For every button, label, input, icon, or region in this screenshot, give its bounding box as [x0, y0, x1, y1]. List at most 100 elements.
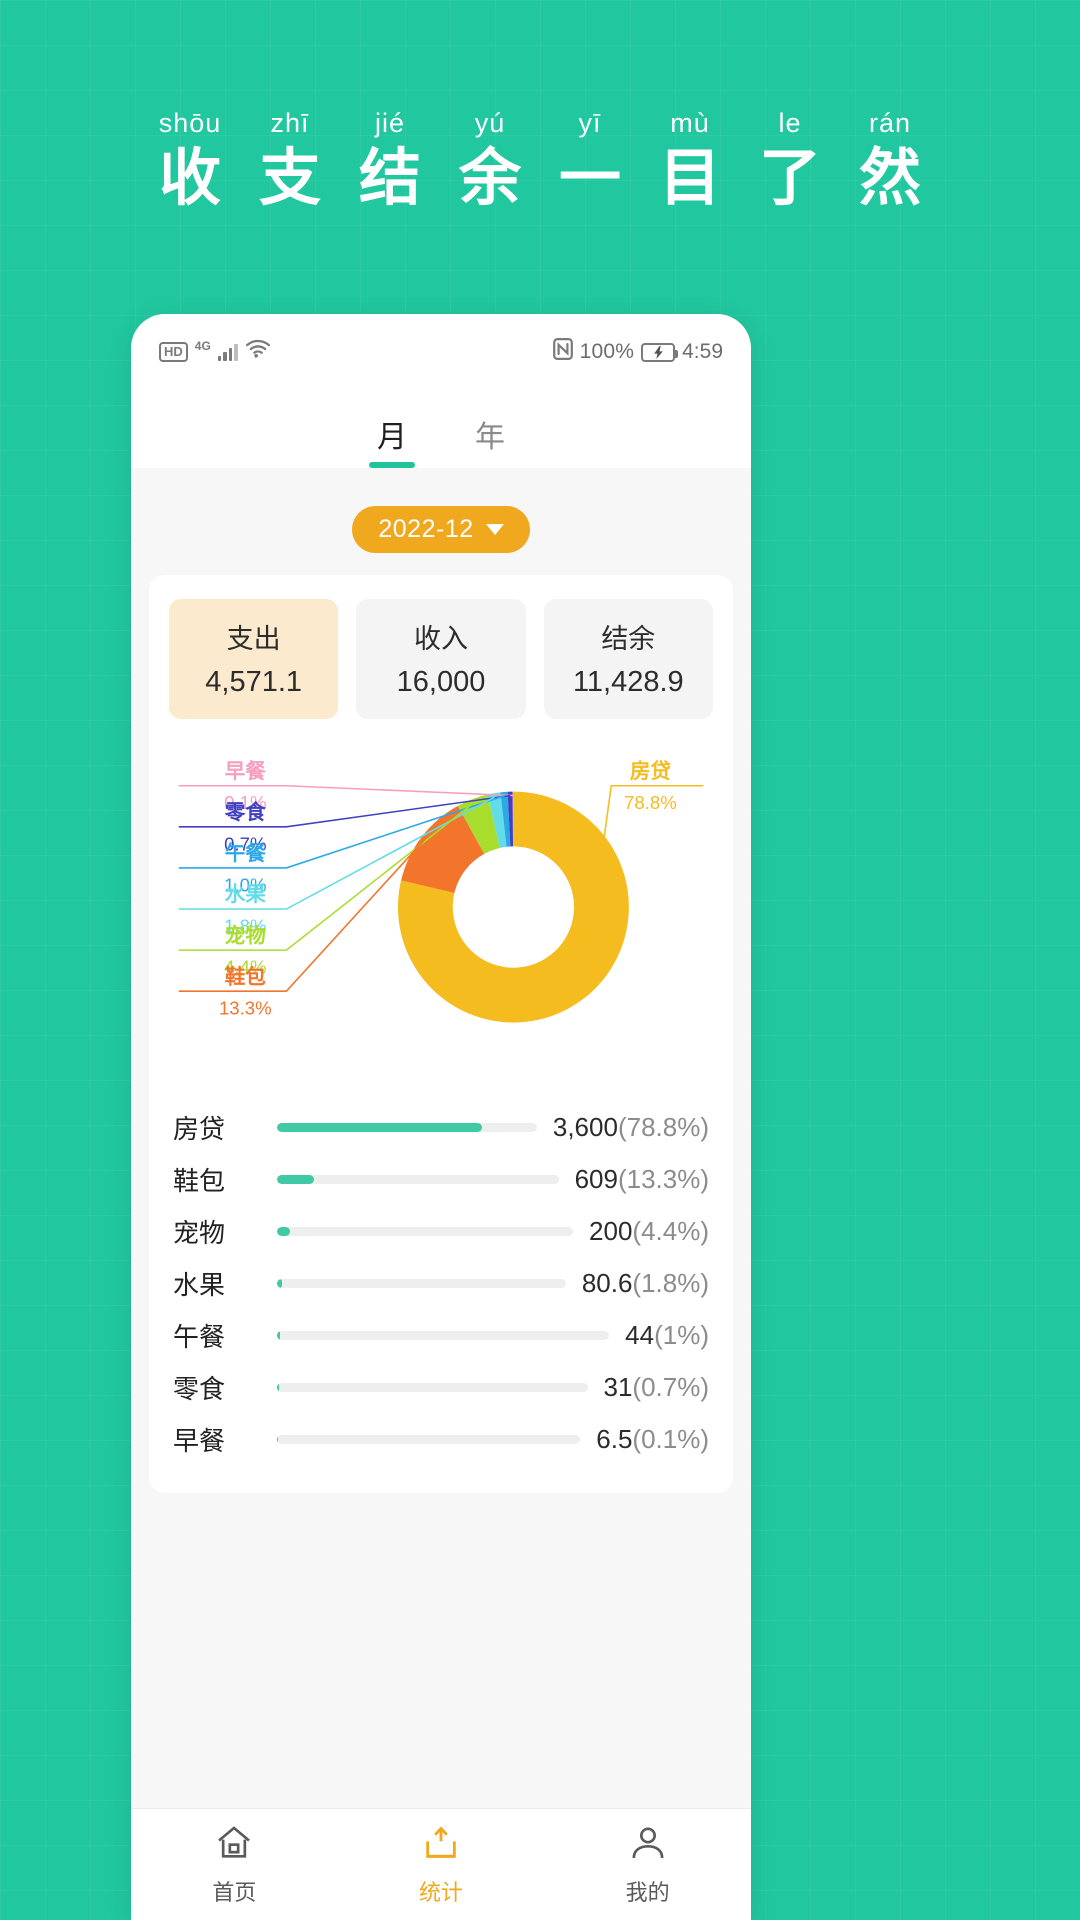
promo-headline: shōu zhī jié yú yī mù le rán 收 支 结 余 一 目…: [0, 108, 1080, 214]
summary-balance[interactable]: 结余 11,428.9: [543, 599, 713, 719]
category-bar-fill: [277, 1330, 281, 1340]
category-bar-track: [277, 1382, 588, 1392]
category-breakdown-list: 房贷 3,600(78.8%) 鞋包 609(13.3%) 宠物 200(4.4…: [169, 1101, 713, 1475]
category-amount: 3,600(78.8%): [552, 1111, 709, 1142]
nav-item-home[interactable]: 首页: [131, 1809, 338, 1920]
category-bar-track: [277, 1434, 581, 1444]
category-percent: (1.8%): [632, 1267, 709, 1298]
clock-label: 4:59: [682, 340, 723, 363]
category-bar-track: [277, 1278, 566, 1288]
category-bar-track: [277, 1122, 537, 1132]
nav-item-profile[interactable]: 我的: [544, 1809, 751, 1920]
promo-hanzi: 余: [458, 144, 521, 213]
statistics-icon: [421, 1823, 461, 1869]
summary-income[interactable]: 收入 16,000: [356, 599, 526, 719]
category-name: 午餐: [173, 1321, 226, 1352]
nav-item-statistics[interactable]: 统计: [338, 1809, 545, 1920]
table-row[interactable]: 零食 31(0.7%): [173, 1361, 709, 1413]
table-row[interactable]: 宠物 200(4.4%): [173, 1205, 709, 1257]
category-amount: 609(13.3%): [574, 1163, 709, 1194]
home-icon: [214, 1823, 254, 1869]
donut-label: 水果: [225, 883, 267, 906]
status-bar-left: HD 4G: [159, 339, 271, 365]
category-bar-fill: [277, 1122, 482, 1132]
category-name: 宠物: [173, 1217, 226, 1248]
nav-item-statistics-label: 统计: [419, 1879, 464, 1905]
signal-bars-icon: [217, 343, 238, 361]
category-bar-track: [277, 1226, 574, 1236]
donut-label: 宠物: [225, 923, 266, 947]
category-percent: (78.8%): [617, 1111, 709, 1142]
category-name: 鞋包: [173, 1165, 226, 1196]
expense-donut-chart: 早餐 0.1% 零食 0.7% 午餐 1.0% 水果 1.8% 宠物 4.4% 鞋包 13.3% 房贷 7…: [169, 745, 713, 1075]
table-row[interactable]: 早餐 6.5(0.1%): [173, 1413, 709, 1465]
table-row[interactable]: 水果 80.6(1.8%): [173, 1257, 709, 1309]
donut-label: 78.8%: [624, 792, 677, 813]
donut-label: 早餐: [225, 759, 267, 783]
category-amount: 6.5(0.1%): [596, 1423, 709, 1454]
promo-pinyin: jié: [374, 108, 405, 138]
summary-income-value: 16,000: [396, 666, 486, 698]
donut-label: 零食: [224, 800, 267, 824]
summary-income-label: 收入: [413, 624, 468, 654]
category-bar-fill: [277, 1226, 291, 1236]
summary-balance-label: 结余: [601, 624, 656, 654]
promo-hanzi: 收: [158, 144, 221, 213]
battery-percent-label: 100%: [579, 340, 635, 363]
category-amount: 80.6(1.8%): [581, 1267, 709, 1298]
chevron-down-icon: [485, 524, 504, 535]
promo-hanzi: 然: [858, 144, 921, 213]
table-row[interactable]: 鞋包 609(13.3%): [173, 1153, 709, 1205]
donut-label: 鞋包: [225, 964, 267, 988]
summary-expense-label: 支出: [226, 624, 281, 654]
promo-hanzi: 一: [558, 144, 621, 213]
summary-row: 支出 4,571.1 收入 16,000 结余 11,428.9: [169, 599, 713, 719]
network-type-label: 4G: [194, 339, 211, 353]
category-name: 零食: [173, 1373, 226, 1404]
hd-icon: HD: [159, 342, 188, 362]
promo-pinyin-row: shōu zhī jié yú yī mù le rán: [0, 108, 1080, 139]
screen-body: 2022-12 支出 4,571.1 收入 16,000 结余 11,428.9: [131, 468, 751, 1868]
category-bar-track: [277, 1174, 559, 1184]
promo-pinyin: zhī: [270, 108, 310, 138]
date-selector-value: 2022-12: [378, 515, 474, 543]
promo-pinyin: yī: [578, 108, 602, 138]
category-bar-fill: [277, 1278, 283, 1288]
category-amount: 31(0.7%): [603, 1371, 710, 1402]
category-name: 水果: [173, 1269, 226, 1300]
wifi-icon: [245, 339, 271, 365]
tab-year[interactable]: 年: [470, 412, 510, 468]
date-selector[interactable]: 2022-12: [352, 506, 530, 553]
category-bar-fill: [277, 1434, 278, 1444]
category-percent: (1%): [654, 1319, 709, 1350]
statistics-card: 支出 4,571.1 收入 16,000 结余 11,428.9 早餐 0.1% 零…: [149, 575, 733, 1493]
category-percent: (0.7%): [632, 1371, 709, 1402]
category-percent: (0.1%): [632, 1423, 709, 1454]
period-tabs: 月 年: [131, 390, 751, 468]
promo-pinyin: shōu: [158, 108, 222, 138]
date-selector-row: 2022-12: [149, 492, 733, 575]
status-bar-right: 100% 4:59: [552, 338, 723, 366]
phone-mockup: HD 4G 100% 4:59 月 年 2022-12 支出 4,571.1 收…: [131, 314, 751, 1920]
table-row[interactable]: 午餐 44(1%): [173, 1309, 709, 1361]
donut-label: 13.3%: [219, 998, 272, 1019]
category-percent: (4.4%): [632, 1215, 709, 1246]
promo-pinyin: rán: [868, 108, 912, 138]
summary-expense-value: 4,571.1: [205, 666, 303, 698]
nav-item-home-label: 首页: [212, 1879, 257, 1905]
promo-hanzi: 结: [358, 144, 421, 213]
category-percent: (13.3%): [617, 1163, 709, 1194]
donut-chart-svg: 早餐0.1%零食0.7%午餐1.0%水果1.8%宠物4.4%鞋包13.3%房贷7…: [178, 759, 704, 1023]
promo-pinyin: yú: [474, 108, 506, 138]
promo-pinyin: mù: [670, 108, 710, 138]
user-icon: [628, 1823, 668, 1869]
promo-hanzi: 了: [758, 144, 821, 213]
donut-label: 午餐: [225, 841, 267, 865]
tab-month[interactable]: 月: [372, 412, 412, 468]
category-bar-fill: [277, 1382, 280, 1392]
table-row[interactable]: 房贷 3,600(78.8%): [173, 1101, 709, 1153]
category-amount: 44(1%): [625, 1319, 709, 1350]
summary-expense[interactable]: 支出 4,571.1: [169, 599, 339, 719]
nav-item-profile-label: 我的: [625, 1879, 670, 1905]
category-name: 早餐: [173, 1425, 226, 1456]
